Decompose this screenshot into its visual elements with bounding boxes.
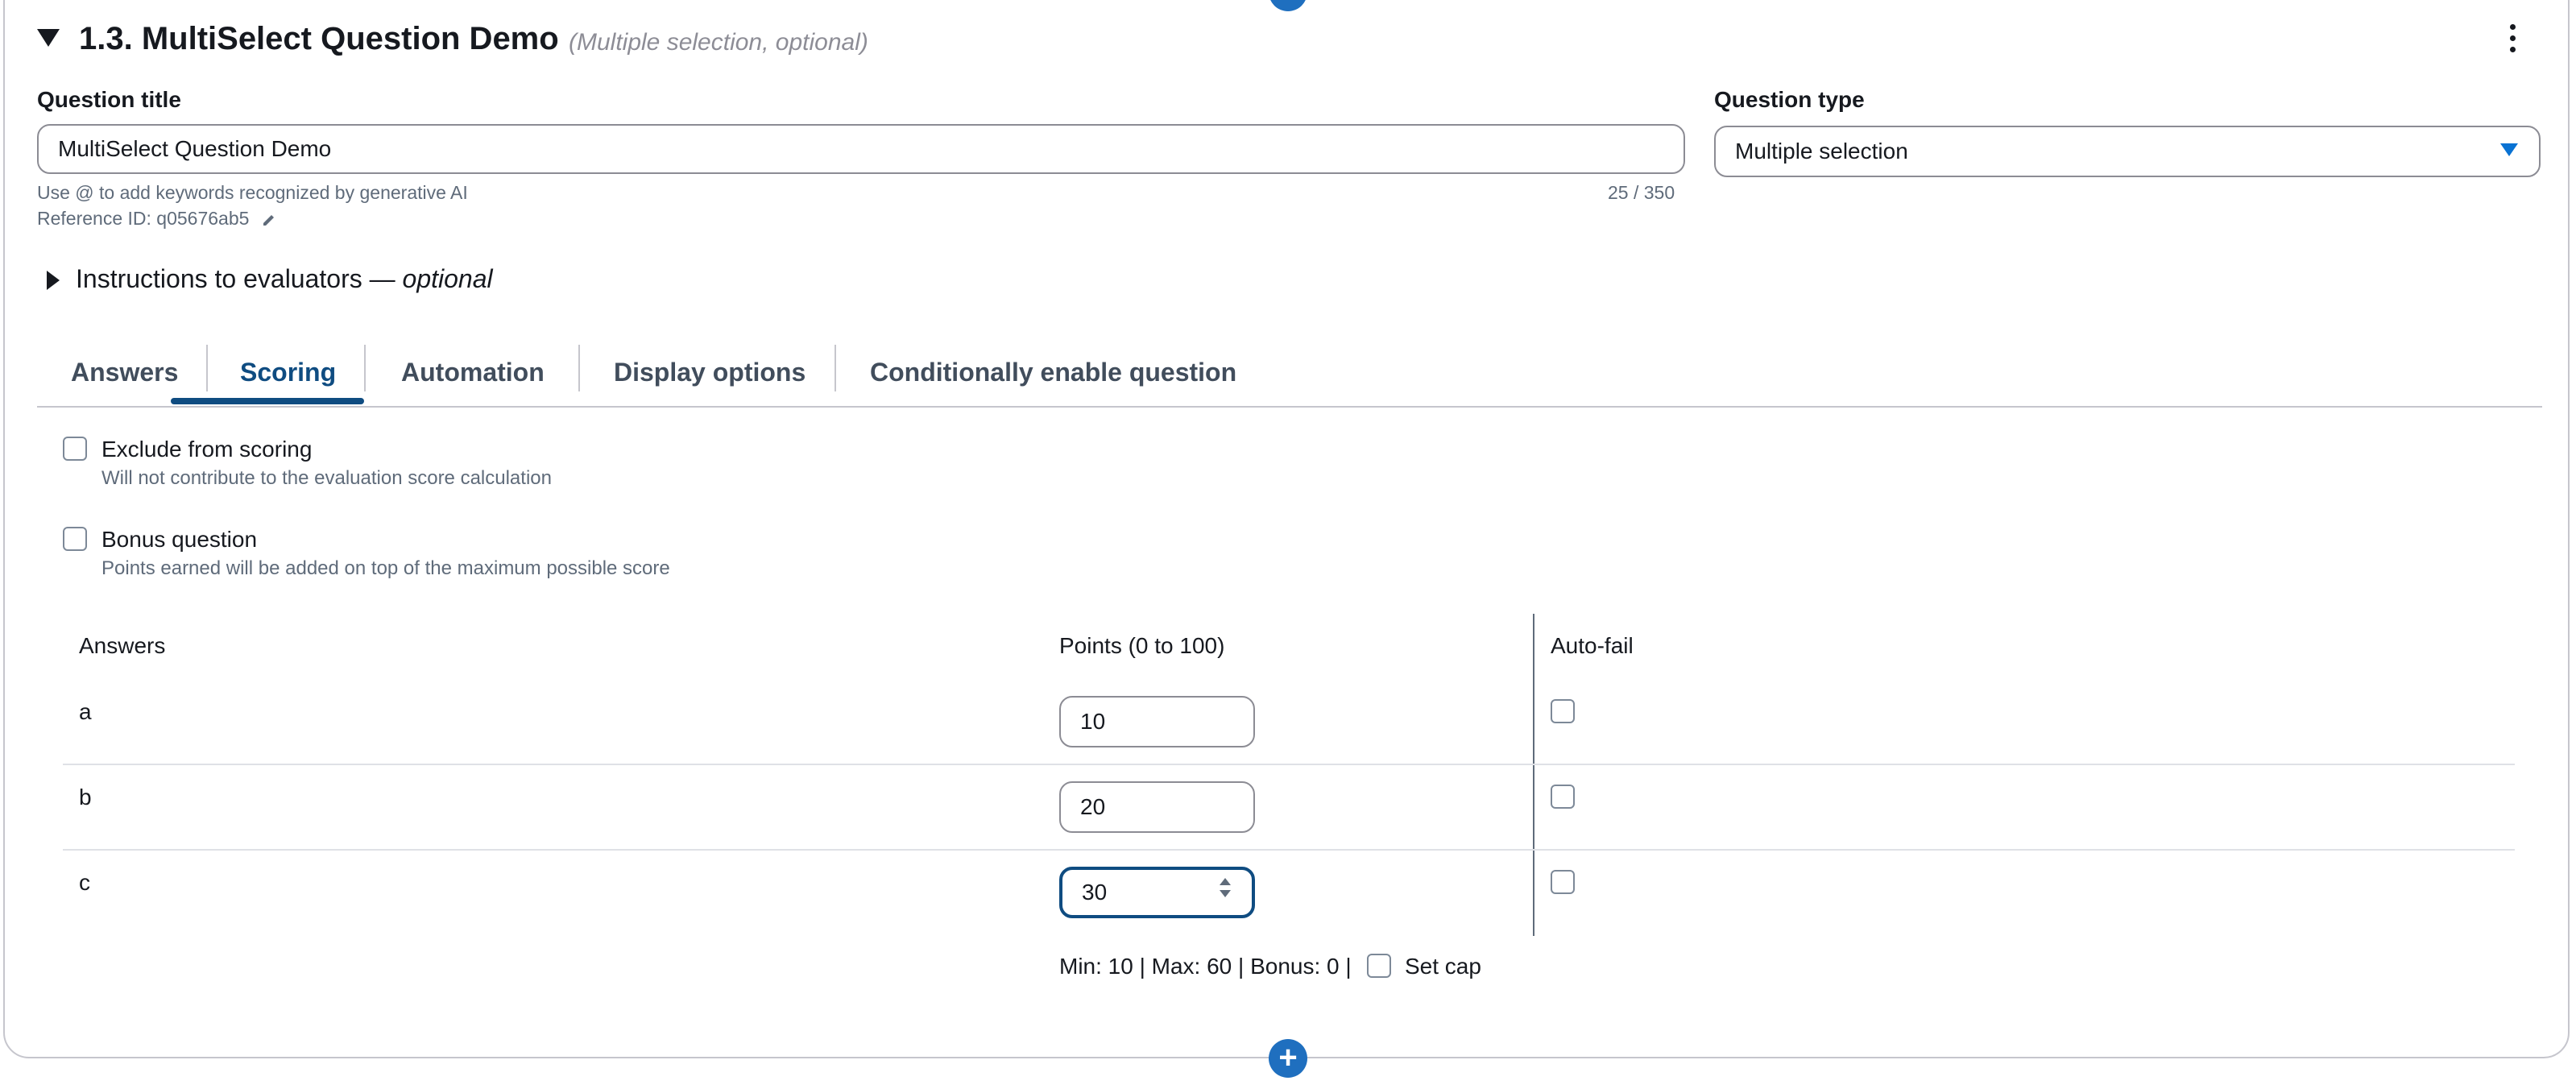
question-type-label: Question type xyxy=(1714,87,1865,112)
bonus-question-label: Bonus question xyxy=(101,527,258,552)
autofail-checkbox[interactable] xyxy=(1551,870,1575,894)
score-summary: Min: 10 | Max: 60 | Bonus: 0 | xyxy=(1059,954,1352,979)
answer-label: c xyxy=(79,870,90,895)
question-title-input[interactable]: MultiSelect Question Demo xyxy=(37,124,1685,174)
tab-display-options[interactable]: Display options xyxy=(614,338,806,406)
points-input[interactable]: 20 xyxy=(1059,781,1255,833)
question-title-hint: Use @ to add keywords recognized by gene… xyxy=(37,182,468,203)
bonus-question-description: Points earned will be added on top of th… xyxy=(101,557,670,579)
reference-id-text: Reference ID: q05676ab5 xyxy=(37,208,250,229)
question-type-select[interactable]: Multiple selection xyxy=(1714,126,2541,177)
answer-label: b xyxy=(79,785,92,810)
exclude-from-scoring-label: Exclude from scoring xyxy=(101,437,313,462)
section-subtitle: (Multiple selection, optional) xyxy=(569,29,868,56)
spinner-icon[interactable] xyxy=(1220,878,1231,907)
autofail-checkbox[interactable] xyxy=(1551,785,1575,809)
add-question-below-icon[interactable]: + xyxy=(1269,1039,1307,1078)
tab-bar: Answers Scoring Automation Display optio… xyxy=(37,338,2542,408)
question-title-value: MultiSelect Question Demo xyxy=(58,136,332,161)
tab-separator xyxy=(578,345,580,391)
answer-label: a xyxy=(79,699,92,724)
points-value: 30 xyxy=(1082,880,1108,905)
active-tab-indicator xyxy=(171,398,364,404)
points-column-header: Points (0 to 100) xyxy=(1059,633,1225,658)
pencil-icon[interactable] xyxy=(261,212,277,228)
more-actions-icon[interactable] xyxy=(2507,24,2518,60)
points-value: 10 xyxy=(1080,709,1106,734)
tab-scoring[interactable]: Scoring xyxy=(240,338,336,406)
question-type-value: Multiple selection xyxy=(1735,139,1908,164)
tab-conditionally-enable[interactable]: Conditionally enable question xyxy=(870,338,1236,406)
char-counter: 25 / 350 xyxy=(1608,182,1675,203)
row-divider xyxy=(63,764,2515,765)
tab-automation[interactable]: Automation xyxy=(401,338,545,406)
column-divider xyxy=(1533,614,1534,936)
exclude-from-scoring-checkbox[interactable] xyxy=(63,437,87,461)
reference-id: Reference ID: q05676ab5 xyxy=(37,208,277,230)
tab-answers[interactable]: Answers xyxy=(71,338,178,406)
tab-separator xyxy=(364,345,366,391)
instructions-optional: optional xyxy=(402,264,493,293)
instructions-label: Instructions to evaluators — xyxy=(76,264,396,293)
points-value: 20 xyxy=(1080,794,1106,819)
section-title: 1.3. MultiSelect Question Demo xyxy=(79,21,559,56)
question-title-label: Question title xyxy=(37,87,181,112)
set-cap-checkbox[interactable] xyxy=(1367,954,1391,978)
points-input[interactable]: 10 xyxy=(1059,696,1255,747)
tab-separator xyxy=(835,345,836,391)
caret-down-icon xyxy=(2500,143,2518,156)
bonus-question-checkbox[interactable] xyxy=(63,527,87,551)
answers-column-header: Answers xyxy=(79,633,166,658)
collapse-caret-icon[interactable] xyxy=(37,29,60,47)
caret-right-icon[interactable] xyxy=(47,271,60,290)
points-input[interactable]: 30 xyxy=(1059,867,1255,918)
tab-separator xyxy=(206,345,208,391)
autofail-checkbox[interactable] xyxy=(1551,699,1575,723)
autofail-column-header: Auto-fail xyxy=(1551,633,1634,658)
instructions-expander[interactable]: Instructions to evaluators — optional xyxy=(76,264,493,294)
set-cap-label: Set cap xyxy=(1405,954,1481,979)
row-divider xyxy=(63,849,2515,851)
exclude-from-scoring-description: Will not contribute to the evaluation sc… xyxy=(101,467,552,489)
